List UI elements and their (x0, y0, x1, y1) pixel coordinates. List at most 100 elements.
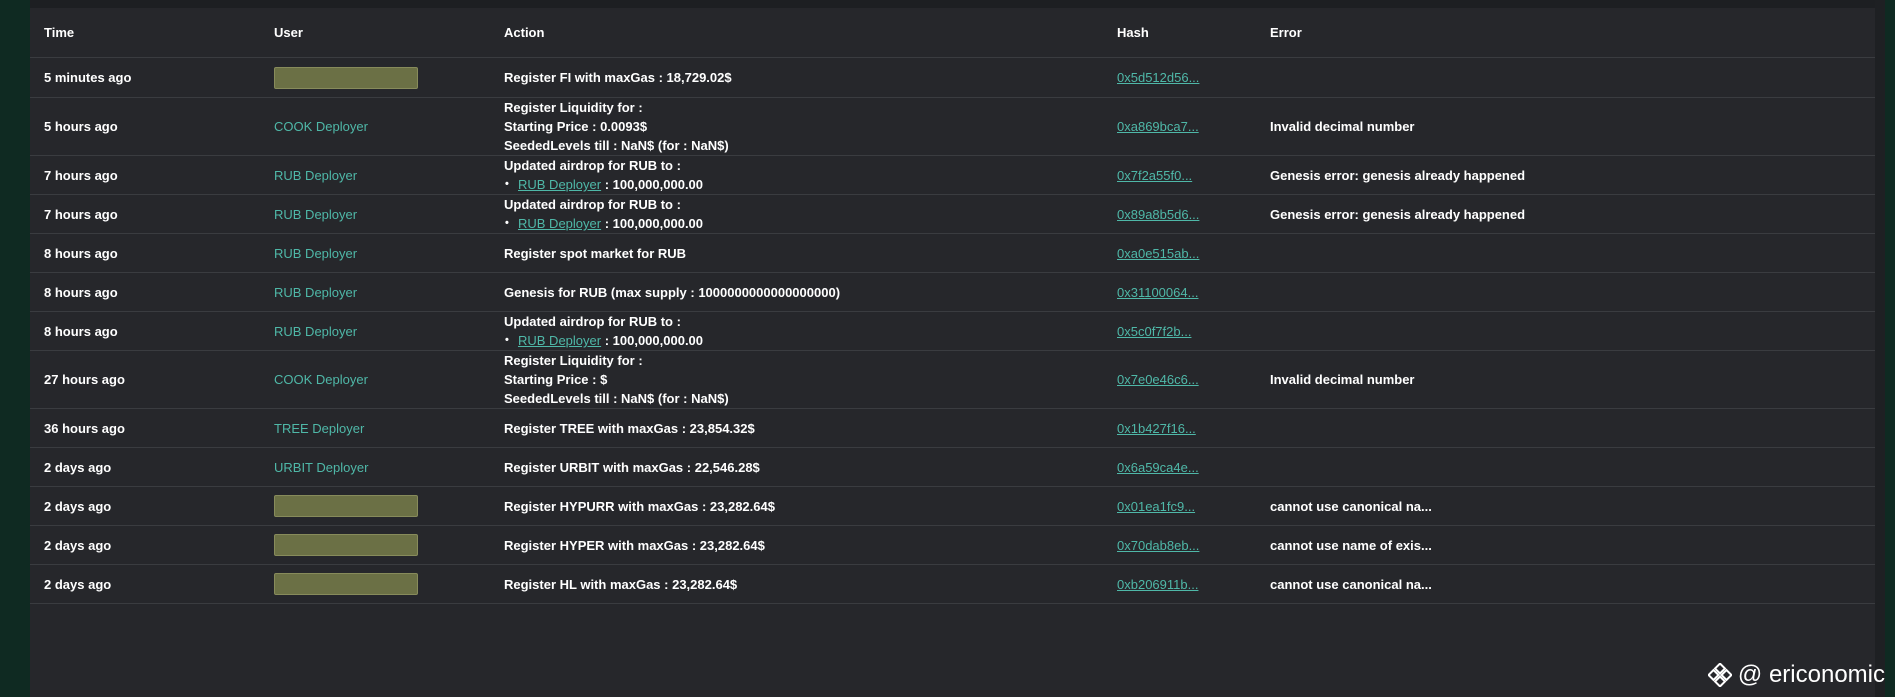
hash-link[interactable]: 0x7f2a55f0... (1117, 168, 1192, 183)
table-row: 8 hours ago RUB Deployer Genesis for RUB (… (30, 272, 1875, 312)
action-lines: Register TREE with maxGas : 23,854.32$ (504, 419, 1103, 438)
time-cell: 7 hours ago (30, 155, 260, 195)
user-cell (260, 486, 490, 526)
action-line: Register HYPURR with maxGas : 23,282.64$ (504, 498, 775, 514)
action-cell: Register HYPURR with maxGas : 23,282.64$ (490, 486, 1103, 526)
action-line: Register HYPER with maxGas : 23,282.64$ (504, 537, 765, 553)
error-cell (1256, 311, 1875, 351)
action-cell: Register spot market for RUB (490, 233, 1103, 273)
action-cell: Updated airdrop for RUB to : RUB Deployer… (490, 155, 1103, 195)
airdrop-user-link[interactable]: RUB Deployer (518, 216, 601, 231)
column-header-time: Time (30, 8, 260, 58)
hash-link[interactable]: 0x1b427f16... (1117, 421, 1196, 436)
action-line: SeededLevels till : NaN$ (for : NaN$) (504, 391, 729, 406)
hash-cell: 0x6a59ca4e... (1103, 447, 1256, 487)
error-cell: Invalid decimal number (1256, 97, 1875, 156)
error-cell (1256, 272, 1875, 312)
action-lines: Register HYPURR with maxGas : 23,282.64$ (504, 497, 1103, 516)
time-cell: 8 hours ago (30, 233, 260, 273)
hash-cell: 0x5d512d56... (1103, 57, 1256, 98)
table-row: 2 days ago Register HYPER with maxGas : 2… (30, 525, 1875, 565)
redacted-user-box (274, 66, 418, 89)
error-cell (1256, 408, 1875, 448)
error-cell: Genesis error: genesis already happened (1256, 155, 1875, 195)
error-cell (1256, 233, 1875, 273)
hash-link[interactable]: 0x70dab8eb... (1117, 538, 1199, 553)
action-line: Register Liquidity for : (504, 353, 643, 368)
error-cell: cannot use canonical na... (1256, 486, 1875, 526)
user-link[interactable]: RUB Deployer (274, 324, 357, 339)
error-cell: cannot use name of exis... (1256, 525, 1875, 565)
action-line: Register spot market for RUB (504, 245, 687, 261)
error-cell: cannot use canonical na... (1256, 564, 1875, 604)
action-line: Starting Price : $ (504, 372, 608, 387)
hash-link[interactable]: 0x6a59ca4e... (1117, 460, 1199, 475)
hash-link[interactable]: 0x5c0f7f2b... (1117, 324, 1191, 339)
table-header-row: Time User Action Hash Error (30, 8, 1875, 58)
action-cell: Register HYPER with maxGas : 23,282.64$ (490, 525, 1103, 565)
redacted-user-box (274, 534, 418, 556)
hash-link[interactable]: 0xb206911b... (1117, 577, 1198, 592)
action-cell: Updated airdrop for RUB to : RUB Deployer… (490, 311, 1103, 351)
user-link[interactable]: RUB Deployer (274, 285, 357, 300)
hash-link[interactable]: 0x01ea1fc9... (1117, 499, 1195, 514)
action-line: Register URBIT with maxGas : 22,546.28$ (504, 459, 760, 475)
action-cell: Register URBIT with maxGas : 22,546.28$ (490, 447, 1103, 487)
table-row: 2 days ago Register HL with maxGas : 23,2… (30, 564, 1875, 604)
user-cell: RUB Deployer (260, 194, 490, 234)
table-row: 2 days ago URBIT Deployer Register URBIT w… (30, 447, 1875, 487)
hash-link[interactable]: 0x31100064... (1117, 285, 1198, 300)
action-lines: Register Liquidity for : Starting Price :… (504, 351, 1103, 408)
airdrop-amount: : 100,000,000.00 (601, 216, 704, 231)
user-cell: RUB Deployer (260, 155, 490, 195)
user-link[interactable]: RUB Deployer (274, 207, 357, 222)
action-line: Updated airdrop for RUB to : (504, 314, 681, 329)
user-cell (260, 564, 490, 604)
table-row: 8 hours ago RUB Deployer Updated airdrop f… (30, 311, 1875, 351)
watermark: @ ericonomic (1707, 661, 1885, 689)
time-cell: 2 days ago (30, 486, 260, 526)
hash-cell: 0x70dab8eb... (1103, 525, 1256, 565)
redacted-user-box (274, 573, 418, 595)
time-cell: 27 hours ago (30, 350, 260, 409)
action-line: Register HL with maxGas : 23,282.64$ (504, 576, 738, 592)
column-header-error: Error (1256, 8, 1875, 58)
hash-cell: 0x7e0e46c6... (1103, 350, 1256, 409)
user-link[interactable]: COOK Deployer (274, 119, 368, 134)
time-cell: 2 days ago (30, 447, 260, 487)
airdrop-entry: RUB Deployer : 100,000,000.00 (504, 175, 1103, 194)
user-cell: RUB Deployer (260, 311, 490, 351)
action-line: Genesis for RUB (max supply : 1000000000… (504, 284, 841, 300)
user-link[interactable]: RUB Deployer (274, 168, 357, 183)
hash-link[interactable]: 0x7e0e46c6... (1117, 372, 1199, 387)
table-row: 2 days ago Register HYPURR with maxGas : … (30, 486, 1875, 526)
user-link[interactable]: URBIT Deployer (274, 460, 368, 475)
table-row: 7 hours ago RUB Deployer Updated airdrop f… (30, 155, 1875, 195)
action-lines: Updated airdrop for RUB to : RUB Deployer… (504, 195, 1103, 233)
user-link[interactable]: TREE Deployer (274, 421, 364, 436)
action-lines: Register URBIT with maxGas : 22,546.28$ (504, 458, 1103, 477)
error-cell: Genesis error: genesis already happened (1256, 194, 1875, 234)
time-cell: 2 days ago (30, 525, 260, 565)
hash-link[interactable]: 0x5d512d56... (1117, 70, 1199, 85)
action-lines: Register HYPER with maxGas : 23,282.64$ (504, 536, 1103, 555)
action-cell: Register TREE with maxGas : 23,854.32$ (490, 408, 1103, 448)
error-cell: Invalid decimal number (1256, 350, 1875, 409)
airdrop-user-link[interactable]: RUB Deployer (518, 333, 601, 348)
time-cell: 8 hours ago (30, 311, 260, 351)
user-link[interactable]: RUB Deployer (274, 246, 357, 261)
action-lines: Register Liquidity for : Starting Price :… (504, 98, 1103, 155)
action-cell: Updated airdrop for RUB to : RUB Deployer… (490, 194, 1103, 234)
user-cell: RUB Deployer (260, 272, 490, 312)
table-row: 36 hours ago TREE Deployer Register TREE w… (30, 408, 1875, 448)
hash-link[interactable]: 0xa869bca7... (1117, 119, 1199, 134)
user-link[interactable]: COOK Deployer (274, 372, 368, 387)
hash-cell: 0xa0e515ab... (1103, 233, 1256, 273)
hash-link[interactable]: 0x89a8b5d6... (1117, 207, 1199, 222)
hash-link[interactable]: 0xa0e515ab... (1117, 246, 1199, 261)
table-body: 5 minutes ago Register FI with maxGas : 1… (30, 57, 1875, 604)
action-cell: Register Liquidity for : Starting Price :… (490, 350, 1103, 409)
hash-cell: 0x1b427f16... (1103, 408, 1256, 448)
airdrop-user-link[interactable]: RUB Deployer (518, 177, 601, 192)
airdrop-entry: RUB Deployer : 100,000,000.00 (504, 331, 1103, 350)
